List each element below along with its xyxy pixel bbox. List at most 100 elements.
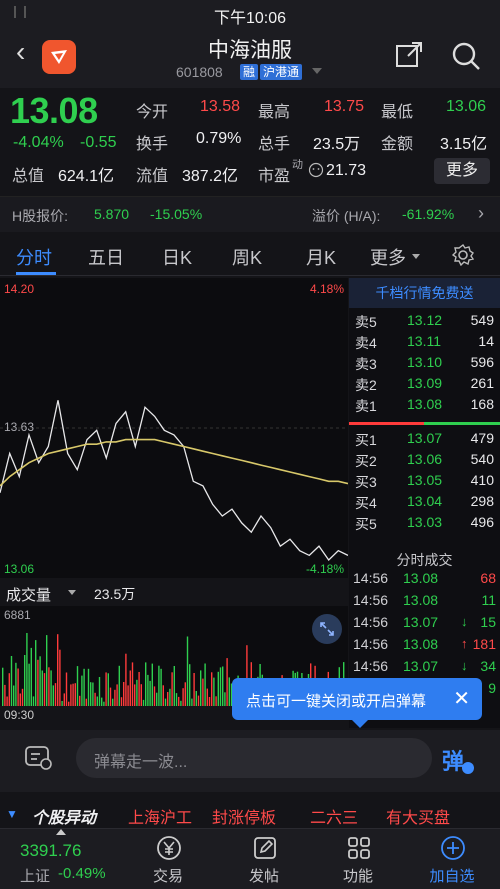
volume-bar <box>129 670 131 706</box>
chart-low-pct: -4.18% <box>305 562 344 576</box>
ask-row[interactable]: 卖3 13.10 596 <box>349 354 500 375</box>
ticker-item[interactable]: 封涨停板 <box>212 804 276 828</box>
ticker-item[interactable]: 上海沪工 <box>128 804 192 828</box>
volume-bar <box>169 688 171 706</box>
ask-row[interactable]: 卖5 13.12 549 <box>349 312 500 333</box>
high-label: 最高 <box>258 104 291 121</box>
volume-bar <box>21 688 24 706</box>
volume-bar <box>118 665 120 706</box>
trade-direction-icon: ↓ <box>461 658 468 673</box>
tab-5day[interactable]: 五日 <box>88 244 124 270</box>
volume-bar <box>94 692 96 706</box>
expand-chart-button[interactable] <box>312 614 342 644</box>
volume-bar <box>50 670 52 706</box>
ask-row[interactable]: 卖4 13.11 14 <box>349 333 500 354</box>
turnover-label: 换手 <box>136 136 169 153</box>
danmu-settings-icon[interactable] <box>24 744 54 777</box>
volume-bar <box>74 683 76 706</box>
volume-bar <box>202 678 204 706</box>
bid-row[interactable]: 买1 13.07 479 <box>349 430 500 451</box>
chart-tabs: 分时 五日 日K 周K 月K 更多 <box>0 234 500 276</box>
price-line <box>0 400 349 561</box>
volume-value: 23.5万 <box>313 136 361 153</box>
chevron-down-icon[interactable] <box>312 68 322 74</box>
volume-bar <box>57 634 59 706</box>
top-bar: ‹ 中海油服 601808 融 沪港通 <box>0 26 500 88</box>
chevron-down-icon <box>412 254 420 259</box>
volume-bar <box>90 682 92 706</box>
tab-daily-k[interactable]: 日K <box>162 244 192 270</box>
bid-row[interactable]: 买4 13.04 298 <box>349 493 500 514</box>
bid-row[interactable]: 买3 13.05 410 <box>349 472 500 493</box>
volume-bar <box>17 668 19 706</box>
active-tab-indicator <box>16 272 56 275</box>
order-book: 千档行情免费送 卖5 13.12 549 卖4 13.11 14 卖3 13.10 596 卖2 1… <box>349 278 500 728</box>
price-chart-svg <box>0 400 349 561</box>
ask-level: 卖1 <box>355 398 377 414</box>
nav-add-watchlist[interactable]: 加自选 <box>402 829 500 889</box>
danmu-tooltip[interactable]: 点击可一键关闭或开启弹幕 ✕ <box>232 678 482 728</box>
intraday-chart[interactable]: 14.20 4.18% 13.63 13.06 -4.18% <box>0 278 349 578</box>
tab-intraday[interactable]: 分时 <box>16 244 52 270</box>
settings-gear-icon[interactable] <box>451 243 475 271</box>
trade-volume: 11 <box>481 592 496 608</box>
danmu-toggle-button[interactable]: 弹 <box>436 740 476 778</box>
status-bar: 下午10:06 <box>0 0 500 27</box>
tab-monthly-k[interactable]: 月K <box>306 244 336 270</box>
bid-volume: 298 <box>470 493 494 509</box>
stock-code: 601808 <box>176 64 223 80</box>
danmu-input[interactable]: 弹幕走一波... <box>76 738 432 778</box>
ask-price: 13.09 <box>407 375 443 391</box>
nav-trade[interactable]: 交易 <box>118 829 218 889</box>
danmu-toggle-label: 弹 <box>442 749 465 774</box>
hshare-row[interactable]: H股报价: 5.870 -15.05% 溢价 (H/A): -61.92% › <box>0 196 500 232</box>
ask-level: 卖5 <box>355 314 377 330</box>
news-ticker[interactable]: ▼ 个股异动 上海沪工 封涨停板 二六三 有大买盘 <box>0 798 500 828</box>
close-icon[interactable]: ✕ <box>453 686 470 711</box>
orderbook-promo[interactable]: 千档行情免费送 <box>349 278 500 308</box>
ticker-item[interactable]: 有大买盘 <box>386 804 450 828</box>
volume-bar <box>184 682 186 706</box>
volume-bar <box>138 672 140 706</box>
trade-price: 13.07 <box>403 658 439 674</box>
page-title: 中海油服 <box>208 39 292 62</box>
nav-post[interactable]: 发帖 <box>214 829 314 889</box>
volume-bar <box>136 679 138 706</box>
danmu-bar: 弹幕走一波... 弹 <box>0 730 500 792</box>
more-button[interactable]: 更多 <box>434 158 490 184</box>
volume-bar <box>70 684 72 706</box>
nav-function[interactable]: 功能 <box>308 829 408 889</box>
trade-volume: 15 <box>480 614 496 630</box>
tab-more[interactable]: 更多 <box>370 244 406 270</box>
ticker-item[interactable]: 二六三 <box>310 804 358 828</box>
bid-row[interactable]: 买2 13.06 540 <box>349 451 500 472</box>
chart-low-label: 13.06 <box>4 562 35 576</box>
turnover-value: 0.79% <box>196 130 242 147</box>
trade-volume: 9 <box>488 680 496 696</box>
float-label: 流值 <box>136 168 169 185</box>
bid-volume: 540 <box>470 451 494 467</box>
volume-indicator-select[interactable]: 成交量 <box>6 584 51 605</box>
volume-bar <box>206 688 208 706</box>
volume-bar <box>8 673 10 706</box>
volume-bar <box>149 680 151 706</box>
volume-bar <box>160 668 162 706</box>
volume-bar <box>2 667 4 706</box>
volume-bar <box>158 665 160 706</box>
volume-bar <box>112 698 114 706</box>
share-icon[interactable] <box>394 40 424 75</box>
volume-bar <box>61 701 63 706</box>
volume-bar <box>65 672 68 706</box>
tab-weekly-k[interactable]: 周K <box>232 244 262 270</box>
search-icon[interactable] <box>450 40 482 77</box>
chevron-right-icon: › <box>478 203 484 223</box>
bid-price: 13.04 <box>407 493 443 509</box>
ask-row[interactable]: 卖2 13.09 261 <box>349 375 500 396</box>
volume-bar <box>123 682 125 706</box>
change-value: -0.55 <box>80 134 117 151</box>
trade-volume: 34 <box>480 658 496 674</box>
hshare-pct: -15.05% <box>150 206 203 222</box>
bid-row[interactable]: 买5 13.03 496 <box>349 514 500 535</box>
ask-row[interactable]: 卖1 13.08 168 <box>349 396 500 417</box>
index-quote[interactable]: 3391.76 上证 -0.49% <box>0 829 118 889</box>
